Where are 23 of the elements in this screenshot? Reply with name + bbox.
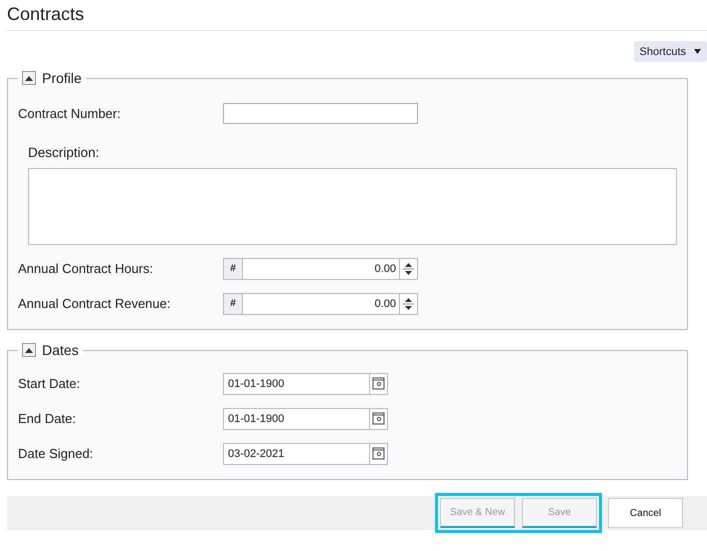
date-field[interactable]: 03-02-2021 [223,442,388,464]
caret-icon [25,76,33,80]
collapse-toggle[interactable] [22,71,36,85]
input-field[interactable] [223,103,418,124]
field-label: Start Date: [18,376,82,391]
field-label: Annual Contract Hours: [18,261,154,276]
action-button[interactable]: Cancel [608,498,683,528]
field-label: Date Signed: [18,446,94,461]
field-label: Description: [27,144,100,162]
field-label: Annual Contract Revenue: [18,296,172,311]
caret-icon [694,49,701,54]
page-title: Contracts [7,4,86,26]
section-title: Dates [42,342,79,358]
shortcuts-button[interactable]: Shortcuts [634,41,707,62]
collapse-toggle[interactable] [22,343,36,357]
section-title: Profile [42,70,82,86]
number-field[interactable]: # 0.00 [223,292,418,314]
date-field[interactable]: 01-01-1900 [223,408,388,430]
caret-icon [25,348,33,352]
field-label: Contract Number: [18,106,122,121]
number-field[interactable]: # 0.00 [223,258,418,280]
date-field[interactable]: 01-01-1900 [223,372,388,394]
field-label: End Date: [18,411,77,426]
